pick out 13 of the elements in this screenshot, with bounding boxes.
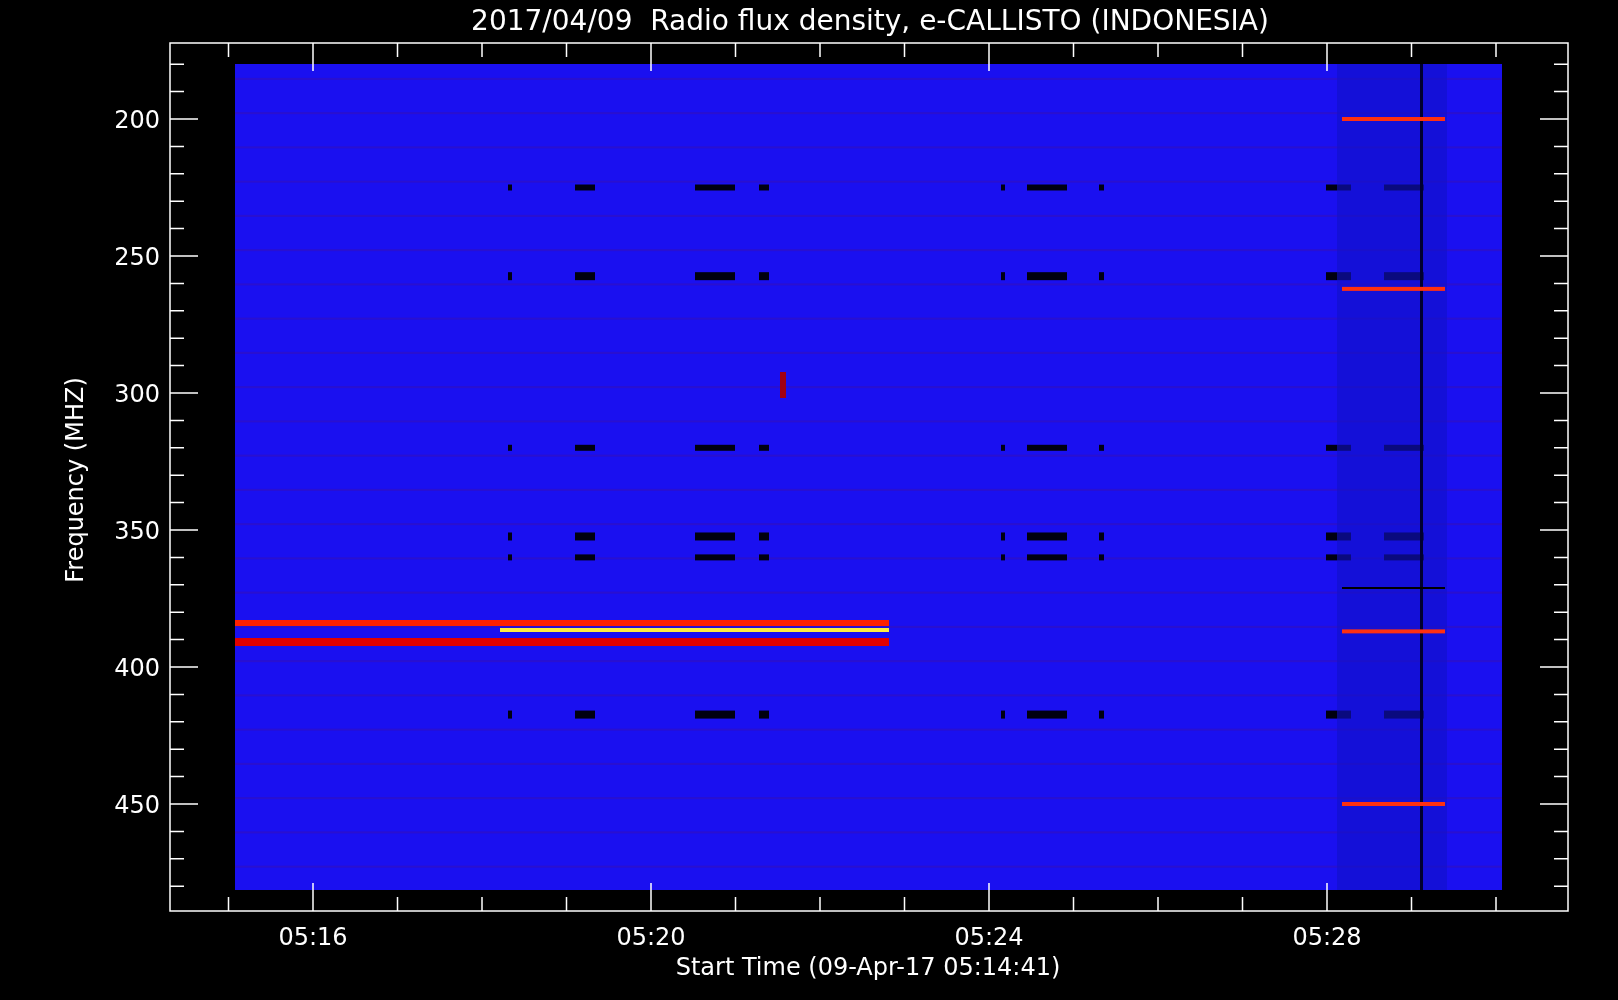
y-tick-label: 450 [114, 791, 160, 819]
x-tick-label: 05:16 [278, 923, 348, 951]
plot-title: 2017/04/09 Radio flux density, e-CALLISTO (INDONESIA) [471, 4, 1269, 37]
y-tick-label: 400 [114, 654, 160, 682]
y-tick-label: 350 [114, 517, 160, 545]
y-tick-label: 200 [114, 106, 160, 134]
x-tick-label: 05:20 [616, 923, 686, 951]
x-tick-label: 05:28 [1292, 923, 1362, 951]
y-axis-label: Frequency (MHZ) [61, 377, 89, 583]
x-axis-label: Start Time (09-Apr-17 05:14:41) [675, 953, 1061, 981]
y-tick-label: 300 [114, 380, 160, 408]
y-tick-label: 250 [114, 243, 160, 271]
x-tick-label: 05:24 [954, 923, 1024, 951]
